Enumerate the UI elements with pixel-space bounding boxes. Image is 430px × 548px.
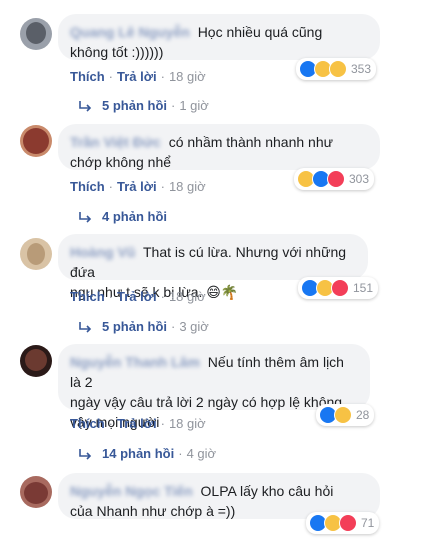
replies-count[interactable]: 4 phản hồi xyxy=(102,209,167,224)
comment-text-line: của Nhanh như chớp à =)) xyxy=(70,503,236,519)
avatar[interactable] xyxy=(20,18,52,50)
avatar[interactable] xyxy=(20,345,52,377)
separator-dot: · xyxy=(108,416,114,431)
avatar[interactable] xyxy=(20,238,52,270)
comment-bubble: Quang Lê Nguyễn Học nhiều quá cũng không… xyxy=(58,14,380,60)
love-icon xyxy=(327,170,345,188)
reply-arrow-icon xyxy=(79,448,92,460)
comment-actions: Thích · Trả lời · 18 giờ xyxy=(70,179,206,194)
reply-arrow-icon xyxy=(79,321,92,333)
comment-author[interactable]: Hoàng Vũ xyxy=(70,244,135,260)
replies-count[interactable]: 5 phản hồi xyxy=(102,319,167,334)
replies-time: 4 giờ xyxy=(186,446,217,461)
comment-text-line: OLPA lấy kho câu hỏi xyxy=(200,483,334,499)
comment-time[interactable]: 18 giờ xyxy=(169,416,206,431)
separator-dot: · xyxy=(160,69,165,84)
comment-actions: Thích · Trả lời · 18 giờ xyxy=(70,69,206,84)
reply-link[interactable]: Trả lời xyxy=(117,416,157,431)
reaction-summary[interactable]: 71 xyxy=(306,512,380,534)
comment-text-line: ngày vậy câu trả lời 2 ngày có hợp lệ kh… xyxy=(70,394,343,410)
reaction-summary[interactable]: 151 xyxy=(298,277,379,299)
reaction-count: 303 xyxy=(349,172,370,186)
sad-icon xyxy=(329,60,347,78)
replies-time: 3 giờ xyxy=(179,319,209,334)
avatar[interactable] xyxy=(20,476,52,508)
reaction-count: 71 xyxy=(361,516,375,530)
reaction-count: 28 xyxy=(356,408,370,422)
separator-dot: · xyxy=(160,416,165,431)
view-replies[interactable]: 5 phản hồi · 1 giờ xyxy=(78,98,209,113)
reply-arrow-icon xyxy=(79,211,92,223)
like-link[interactable]: Thích xyxy=(70,289,105,304)
separator-dot: · xyxy=(108,69,114,84)
separator-dot: · xyxy=(171,319,176,334)
reaction-count: 151 xyxy=(353,281,374,295)
comment-text-line: chớp không nhể xyxy=(70,154,172,170)
reaction-summary[interactable]: 353 xyxy=(296,58,377,80)
comment-author[interactable]: Nguyễn Ngọc Tiến xyxy=(70,483,193,499)
separator-dot: · xyxy=(160,179,165,194)
view-replies[interactable]: 4 phản hồi xyxy=(78,209,167,224)
like-link[interactable]: Thích xyxy=(70,416,105,431)
comment-author[interactable]: Nguyễn Thanh Lâm xyxy=(70,354,200,370)
reply-link[interactable]: Trả lời xyxy=(117,289,157,304)
comment-author[interactable]: Quang Lê Nguyễn xyxy=(70,24,190,40)
replies-time: 1 giờ xyxy=(179,98,209,113)
like-link[interactable]: Thích xyxy=(70,69,105,84)
comment-text-line: Học nhiều quá cũng xyxy=(197,24,323,40)
reaction-count: 353 xyxy=(351,62,372,76)
reply-link[interactable]: Trả lời xyxy=(117,179,157,194)
separator-dot: · xyxy=(178,446,183,461)
comment-author[interactable]: Trần Việt Đức xyxy=(70,134,161,150)
avatar[interactable] xyxy=(20,125,52,157)
reply-link[interactable]: Trả lời xyxy=(117,69,157,84)
view-replies[interactable]: 14 phản hồi · 4 giờ xyxy=(78,446,216,461)
reaction-summary[interactable]: 28 xyxy=(316,404,375,426)
love-icon xyxy=(339,514,357,532)
comment-bubble: Hoàng Vũ That is cú lừa. Nhưng với những… xyxy=(58,234,368,300)
comment-text-line: có nhầm thành nhanh như xyxy=(168,134,333,150)
comment-bubble: Nguyễn Thanh Lâm Nếu tính thêm âm lịch l… xyxy=(58,344,370,430)
separator-dot: · xyxy=(108,179,114,194)
separator-dot: · xyxy=(108,289,114,304)
comment-time[interactable]: 18 giờ xyxy=(169,69,206,84)
separator-dot: · xyxy=(171,98,176,113)
replies-count[interactable]: 5 phản hồi xyxy=(102,98,167,113)
reply-arrow-icon xyxy=(79,100,92,112)
reaction-summary[interactable]: 303 xyxy=(294,168,375,190)
comment-text-line: không tốt :)))))) xyxy=(70,44,164,60)
comment-bubble: Trần Việt Đức có nhầm thành nhanh như ch… xyxy=(58,124,380,170)
comment-time[interactable]: 18 giờ xyxy=(169,289,206,304)
haha-icon xyxy=(334,406,352,424)
comment-time[interactable]: 18 giờ xyxy=(169,179,206,194)
separator-dot: · xyxy=(160,289,165,304)
love-icon xyxy=(331,279,349,297)
like-link[interactable]: Thích xyxy=(70,179,105,194)
replies-count[interactable]: 14 phản hồi xyxy=(102,446,174,461)
comment-actions: Thích · Trả lời · 18 giờ xyxy=(70,289,206,304)
view-replies[interactable]: 5 phản hồi · 3 giờ xyxy=(78,319,209,334)
comment-actions: Thích · Trả lời · 18 giờ xyxy=(70,416,206,431)
